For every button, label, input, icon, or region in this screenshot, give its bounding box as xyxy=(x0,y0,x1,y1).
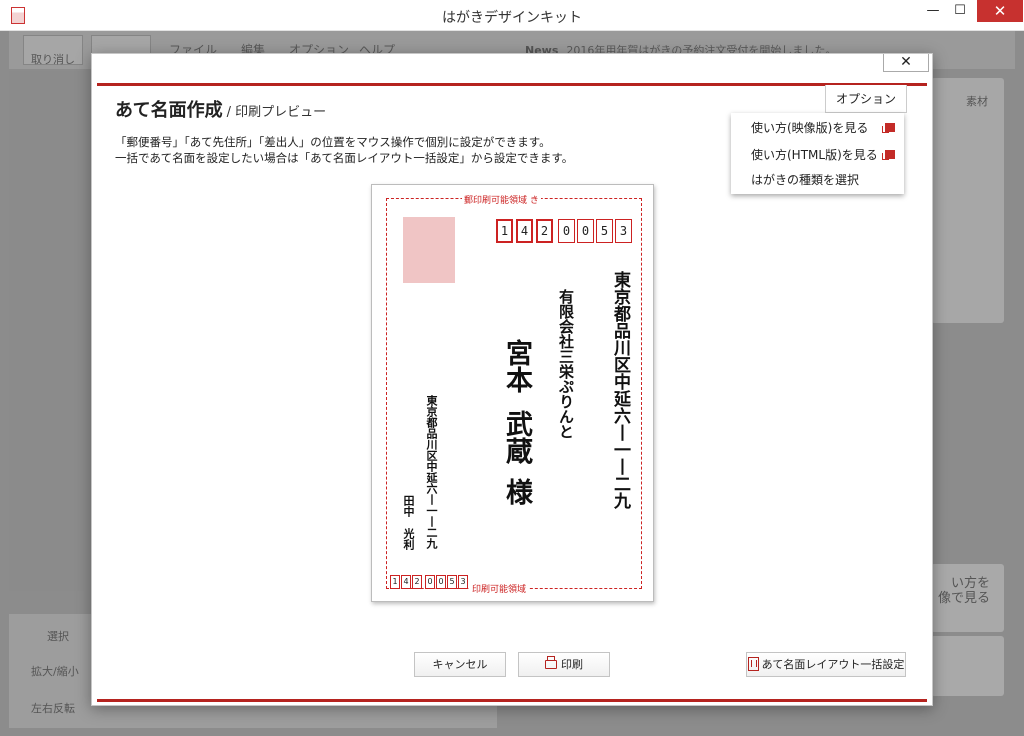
sender-zip-digit[interactable]: 0 xyxy=(436,575,446,589)
sender-zip-digit[interactable]: 4 xyxy=(401,575,411,589)
print-button[interactable]: 印刷 xyxy=(518,652,610,677)
undo-label: 取り消し xyxy=(31,53,75,66)
menu-item-howto-html[interactable]: 使い方(HTML版)を見る xyxy=(751,146,878,163)
top-marker: 郵 xyxy=(464,196,474,206)
sender-zip-digit[interactable]: 5 xyxy=(447,575,457,589)
tool-select-label: 選択 xyxy=(47,630,69,643)
recipient-given-name[interactable]: 武蔵 xyxy=(497,410,536,464)
recipient-zip-digit[interactable]: 1 xyxy=(496,219,513,243)
recipient-address[interactable]: 東京都品川区中延六丨一丨二九 xyxy=(608,271,633,509)
recipient-family-name[interactable]: 宮本 xyxy=(497,339,536,393)
recipient-zip-digit[interactable]: 5 xyxy=(596,219,613,243)
undo-button: 取り消し xyxy=(23,35,83,66)
print-area-label-top: 郵印刷可能領域 き xyxy=(462,193,541,206)
recipient-company[interactable]: 有限会社三栄ぷりんと xyxy=(556,289,577,439)
external-link-icon xyxy=(882,123,895,133)
dialog-bottom-accent xyxy=(97,699,927,702)
dialog-title: あて名面作成 xyxy=(115,100,223,121)
recipient-honorific: 様 xyxy=(501,478,532,505)
recipient-zip-digit[interactable]: 2 xyxy=(536,219,553,243)
background-howto-card: い方を 像で見る xyxy=(931,564,1004,632)
dialog-close-button[interactable]: ✕ xyxy=(883,54,929,72)
flip-label: 左右反転 xyxy=(31,702,75,715)
menu-item-howto-video[interactable]: 使い方(映像版)を見る xyxy=(751,119,868,136)
sender-zip-digit[interactable]: 2 xyxy=(412,575,422,589)
background-material-panel: 素材 xyxy=(931,78,1004,323)
print-area-label-bottom: 印刷可能領域 xyxy=(470,582,529,595)
option-menu: 使い方(映像版)を見る 使い方(HTML版)を見る はがきの種類を選択 xyxy=(731,113,904,194)
sender-zip-digit[interactable]: 3 xyxy=(458,575,468,589)
recipient-zip-digit[interactable]: 0 xyxy=(577,219,594,243)
dialog-heading: あて名面作成 / 印刷プレビュー xyxy=(115,96,326,122)
howto-card-text: い方を 像で見る xyxy=(937,576,990,606)
stamp-area xyxy=(403,217,455,283)
sender-name[interactable]: 田中 光利 xyxy=(400,495,416,550)
postcard-preview: 郵印刷可能領域 き 印刷可能領域 1 4 2 0 0 5 3 東京都品川区中延六… xyxy=(371,184,654,602)
layout-icon xyxy=(747,657,759,671)
dialog-description: 「郵便番号」「あて先住所」「差出人」の位置をマウス操作で個別に設定ができます。 … xyxy=(115,134,573,166)
window-close-button[interactable]: ✕ xyxy=(977,0,1023,22)
printer-icon xyxy=(545,656,557,669)
layout-batch-settings-button[interactable]: あて名面レイアウト一括設定 xyxy=(746,652,906,677)
window-titlebar: はがきデザインキット — ☐ ✕ xyxy=(0,0,1024,31)
zoom-label: 拡大/縮小 xyxy=(31,665,79,678)
description-line-2: 一括であて名面を設定したい場合は「あて名面レイアウト一括設定」から設定できます。 xyxy=(115,151,574,165)
layout-button-label: あて名面レイアウト一括設定 xyxy=(761,658,905,671)
option-button[interactable]: オプション xyxy=(825,85,907,113)
sender-address[interactable]: 東京都品川区中延六丨一丨二九 xyxy=(423,395,439,549)
sender-zip-digit[interactable]: 0 xyxy=(425,575,435,589)
cancel-button[interactable]: キャンセル xyxy=(414,652,506,677)
dialog-top-accent xyxy=(97,83,927,86)
print-button-label: 印刷 xyxy=(561,658,583,671)
recipient-zip-digit[interactable]: 3 xyxy=(615,219,632,243)
background-card xyxy=(931,636,1004,696)
external-link-icon xyxy=(882,150,895,160)
maximize-button[interactable]: ☐ xyxy=(943,0,977,22)
background-left-pane xyxy=(9,71,87,591)
window-title: はがきデザインキット xyxy=(442,10,582,26)
menu-item-select-postcard-type[interactable]: はがきの種類を選択 xyxy=(751,171,859,188)
print-area-label-text: 印刷可能領域 xyxy=(473,196,528,206)
dialog-subtitle: / 印刷プレビュー xyxy=(226,105,327,120)
recipient-zip-digit[interactable]: 0 xyxy=(558,219,575,243)
description-line-1: 「郵便番号」「あて先住所」「差出人」の位置をマウス操作で個別に設定ができます。 xyxy=(115,135,551,149)
top-marker-2: き xyxy=(529,196,539,206)
recipient-zip-digit[interactable]: 4 xyxy=(516,219,533,243)
address-preview-dialog: ✕ あて名面作成 / 印刷プレビュー 「郵便番号」「あて先住所」「差出人」の位置を… xyxy=(91,53,933,706)
material-label: 素材 xyxy=(966,95,988,108)
sender-zip-digit[interactable]: 1 xyxy=(390,575,400,589)
